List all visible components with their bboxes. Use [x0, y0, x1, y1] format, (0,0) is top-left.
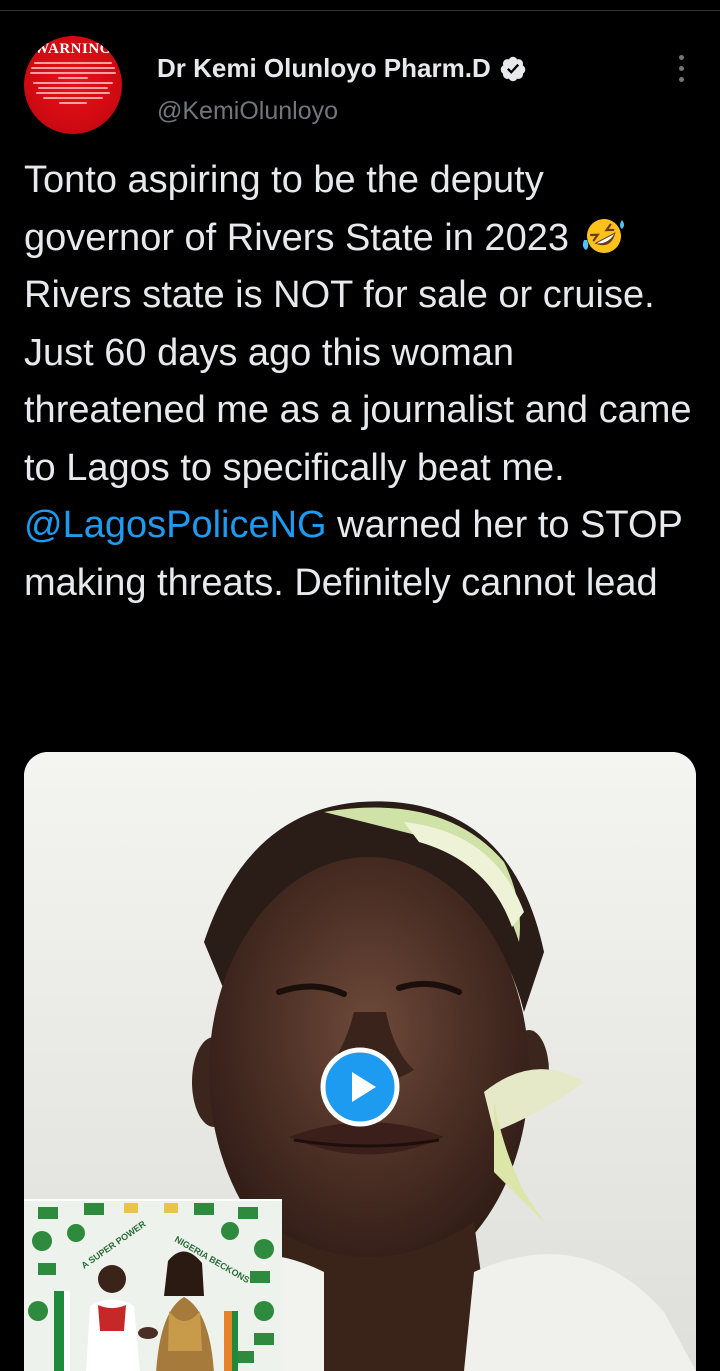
author-name-row[interactable]: Dr Kemi Olunloyo Pharm.D — [157, 53, 527, 84]
video-media[interactable]: A SUPER POWER NIGERIA BECKONS — [24, 752, 696, 1371]
rolling-on-floor-laughing-emoji-icon — [582, 218, 624, 253]
tweet-text-part-1: Tonto aspiring to be the deputy governor… — [24, 159, 580, 259]
tweet-text-part-2: Rivers state is NOT for sale or cruise. … — [24, 274, 692, 489]
campaign-banner-image: A SUPER POWER NIGERIA BECKONS — [24, 1201, 282, 1371]
mention-link[interactable]: @LagosPoliceNG — [24, 504, 327, 546]
verified-badge-icon — [500, 56, 525, 81]
author-handle[interactable]: @KemiOlunloyo — [157, 97, 338, 126]
author-avatar[interactable]: WARNING — [24, 36, 122, 134]
author-display-name[interactable]: Dr Kemi Olunloyo Pharm.D — [157, 53, 491, 84]
tweet-text: Tonto aspiring to be the deputy governor… — [24, 152, 704, 612]
avatar-warning-text-lines — [30, 59, 116, 107]
more-vertical-icon[interactable] — [674, 55, 688, 83]
avatar-warning-title: WARNING — [34, 41, 112, 57]
inset-campaign-photo: A SUPER POWER NIGERIA BECKONS — [24, 1199, 282, 1371]
top-divider — [0, 10, 720, 11]
play-icon[interactable] — [320, 1047, 400, 1127]
